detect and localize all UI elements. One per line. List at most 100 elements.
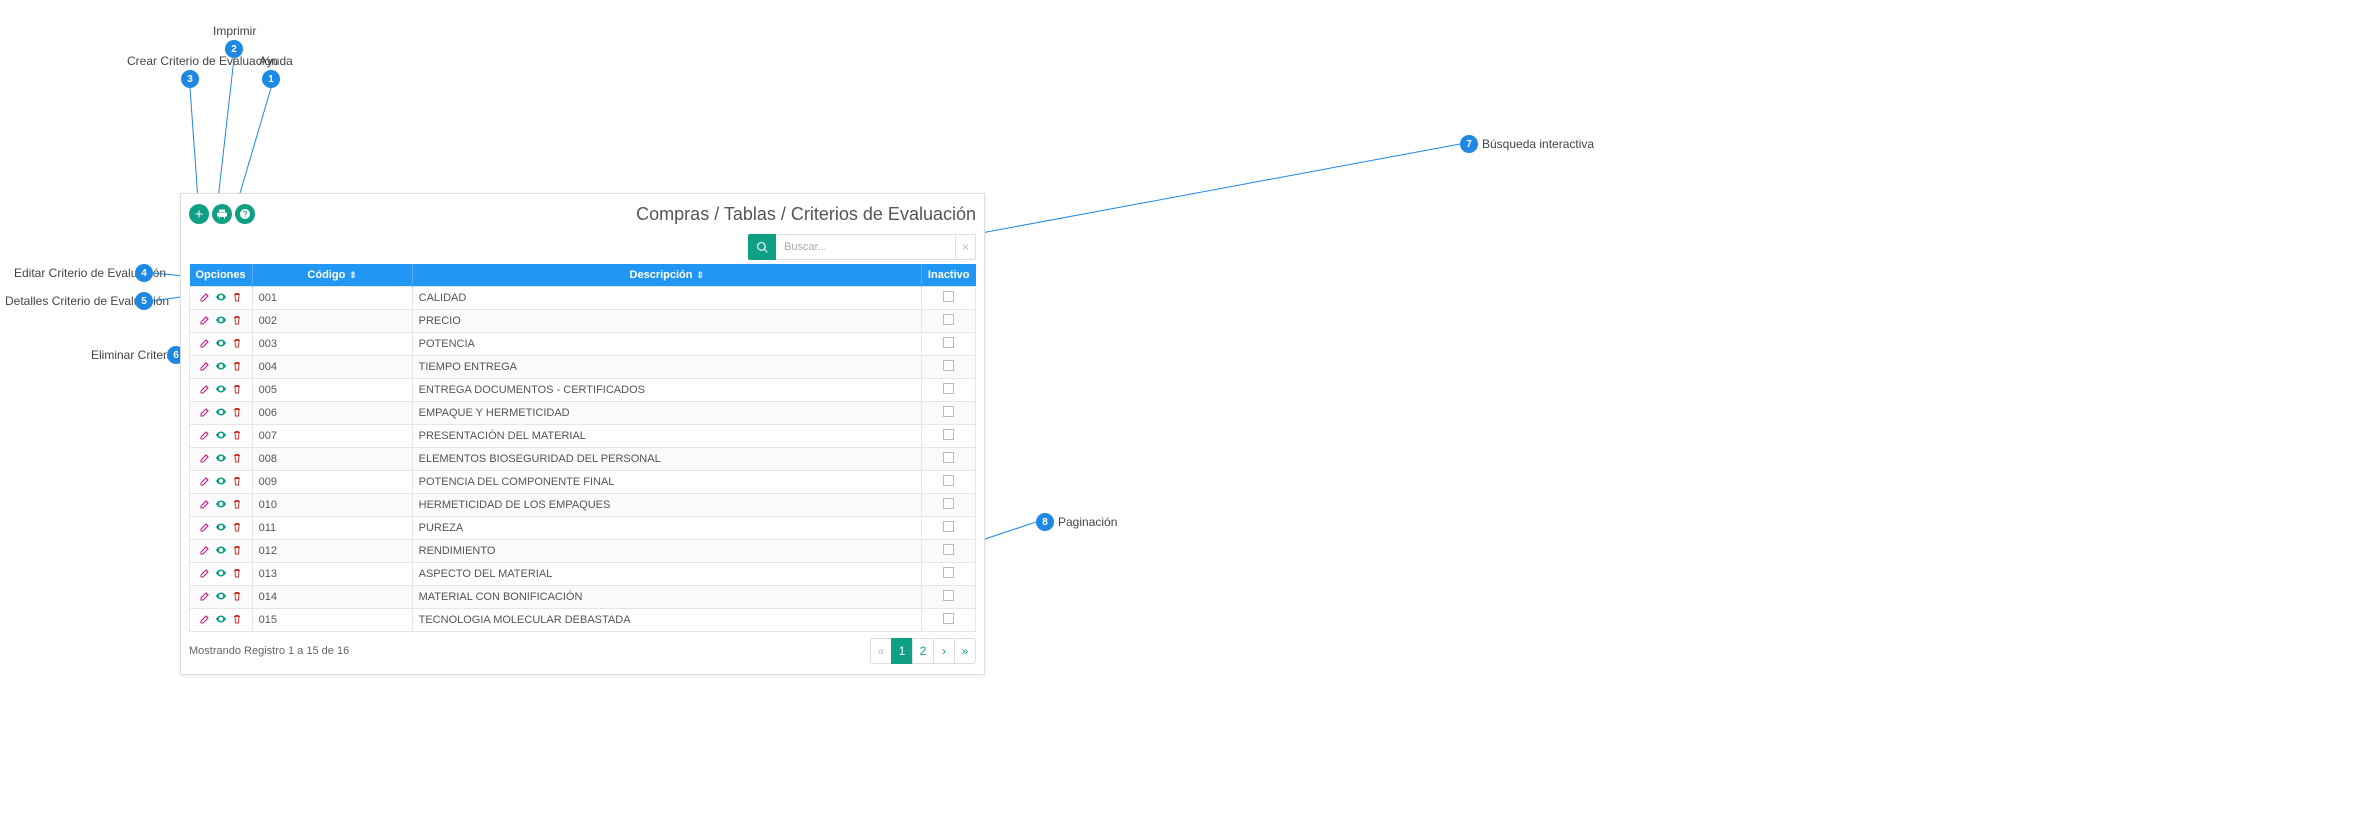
view-button[interactable]	[214, 520, 228, 534]
view-button[interactable]	[214, 405, 228, 419]
delete-button[interactable]	[230, 543, 244, 557]
cell-opciones	[190, 609, 253, 632]
table-row: 009POTENCIA DEL COMPONENTE FINAL	[190, 471, 976, 494]
delete-button[interactable]	[230, 405, 244, 419]
delete-button[interactable]	[230, 589, 244, 603]
table-row: 014MATERIAL CON BONIFICACIÓN	[190, 586, 976, 609]
inactive-checkbox[interactable]	[943, 590, 954, 601]
pagination: «12›»	[870, 638, 976, 664]
cell-inactivo	[921, 540, 975, 563]
delete-button[interactable]	[230, 336, 244, 350]
cell-opciones	[190, 287, 253, 310]
inactive-checkbox[interactable]	[943, 498, 954, 509]
inactive-checkbox[interactable]	[943, 429, 954, 440]
edit-button[interactable]	[198, 566, 212, 580]
edit-button[interactable]	[198, 520, 212, 534]
inactive-checkbox[interactable]	[943, 567, 954, 578]
page-button[interactable]: 2	[912, 638, 934, 664]
view-button[interactable]	[214, 543, 228, 557]
edit-button[interactable]	[198, 382, 212, 396]
cell-descripcion: PRECIO	[412, 310, 921, 333]
edit-button[interactable]	[198, 543, 212, 557]
delete-button[interactable]	[230, 428, 244, 442]
add-button[interactable]	[189, 204, 209, 224]
delete-button[interactable]	[230, 474, 244, 488]
search-button[interactable]	[748, 234, 776, 260]
cell-opciones	[190, 563, 253, 586]
page-button[interactable]: »	[954, 638, 976, 664]
inactive-checkbox[interactable]	[943, 314, 954, 325]
view-button[interactable]	[214, 290, 228, 304]
inactive-checkbox[interactable]	[943, 360, 954, 371]
callout-label-eliminar: Eliminar Criterio	[91, 348, 176, 362]
view-button[interactable]	[214, 336, 228, 350]
view-button[interactable]	[214, 612, 228, 626]
view-button[interactable]	[214, 428, 228, 442]
delete-button[interactable]	[230, 520, 244, 534]
edit-button[interactable]	[198, 497, 212, 511]
edit-button[interactable]	[198, 428, 212, 442]
callout-label-busqueda: Búsqueda interactiva	[1482, 137, 1594, 151]
view-button[interactable]	[214, 451, 228, 465]
edit-button[interactable]	[198, 589, 212, 603]
delete-button[interactable]	[230, 313, 244, 327]
breadcrumb: Compras / Tablas / Criterios de Evaluaci…	[636, 204, 976, 225]
delete-button[interactable]	[230, 382, 244, 396]
edit-button[interactable]	[198, 336, 212, 350]
table-row: 011PUREZA	[190, 517, 976, 540]
view-button[interactable]	[214, 474, 228, 488]
callout-label-crear: Crear Criterio de Evaluación	[127, 54, 278, 68]
search-clear[interactable]: ×	[956, 234, 976, 260]
callout-label-imprimir: Imprimir	[213, 24, 256, 38]
view-button[interactable]	[214, 382, 228, 396]
delete-button[interactable]	[230, 497, 244, 511]
delete-button[interactable]	[230, 451, 244, 465]
callout-marker-5: 5	[135, 292, 153, 310]
help-button[interactable]	[235, 204, 255, 224]
view-button[interactable]	[214, 359, 228, 373]
edit-button[interactable]	[198, 359, 212, 373]
cell-opciones	[190, 425, 253, 448]
col-opciones: Opciones	[190, 264, 253, 287]
inactive-checkbox[interactable]	[943, 475, 954, 486]
delete-button[interactable]	[230, 612, 244, 626]
print-button[interactable]	[212, 204, 232, 224]
view-button[interactable]	[214, 313, 228, 327]
edit-button[interactable]	[198, 290, 212, 304]
search-input[interactable]	[776, 234, 956, 260]
col-descripcion[interactable]: Descripción⇕	[412, 264, 921, 287]
cell-opciones	[190, 310, 253, 333]
cell-codigo: 002	[252, 310, 412, 333]
page-button[interactable]: «	[870, 638, 892, 664]
inactive-checkbox[interactable]	[943, 452, 954, 463]
delete-button[interactable]	[230, 290, 244, 304]
print-icon	[216, 208, 228, 220]
delete-button[interactable]	[230, 359, 244, 373]
view-button[interactable]	[214, 589, 228, 603]
edit-button[interactable]	[198, 612, 212, 626]
inactive-checkbox[interactable]	[943, 291, 954, 302]
view-button[interactable]	[214, 566, 228, 580]
inactive-checkbox[interactable]	[943, 337, 954, 348]
inactive-checkbox[interactable]	[943, 521, 954, 532]
page-button[interactable]: ›	[933, 638, 955, 664]
edit-button[interactable]	[198, 313, 212, 327]
delete-button[interactable]	[230, 566, 244, 580]
cell-opciones	[190, 494, 253, 517]
inactive-checkbox[interactable]	[943, 383, 954, 394]
inactive-checkbox[interactable]	[943, 613, 954, 624]
main-panel: Compras / Tablas / Criterios de Evaluaci…	[180, 193, 985, 675]
cell-codigo: 013	[252, 563, 412, 586]
edit-button[interactable]	[198, 474, 212, 488]
edit-button[interactable]	[198, 405, 212, 419]
cell-descripcion: PUREZA	[412, 517, 921, 540]
view-button[interactable]	[214, 497, 228, 511]
col-codigo[interactable]: Código⇕	[252, 264, 412, 287]
page-button[interactable]: 1	[891, 638, 913, 664]
edit-button[interactable]	[198, 451, 212, 465]
plus-icon	[193, 208, 205, 220]
inactive-checkbox[interactable]	[943, 544, 954, 555]
cell-codigo: 015	[252, 609, 412, 632]
cell-inactivo	[921, 448, 975, 471]
inactive-checkbox[interactable]	[943, 406, 954, 417]
